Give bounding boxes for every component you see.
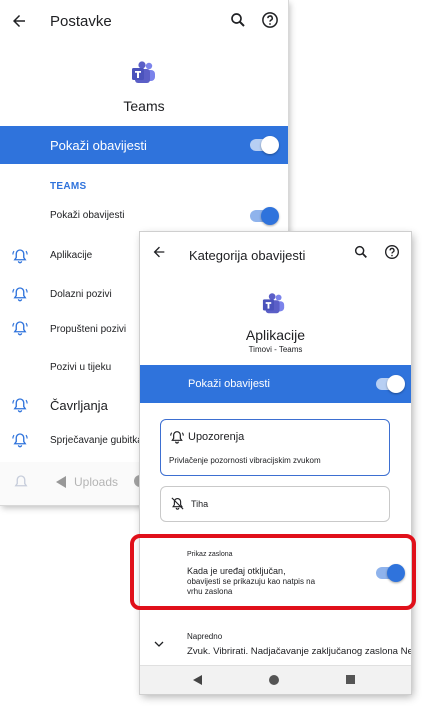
app-name: Teams	[123, 98, 165, 114]
list-item-label: Dolazni pozivi	[50, 289, 112, 300]
alerting-description: Privlačenje pozornosti vibracijskim zvuk…	[169, 456, 321, 465]
bell-ringing-icon	[12, 249, 28, 264]
list-item-label: Čavrljanja	[50, 398, 108, 413]
help-icon[interactable]	[261, 11, 279, 29]
master-notifications-row[interactable]: Pokaži obavijesti	[140, 365, 411, 403]
nav-recents-icon[interactable]	[345, 674, 356, 685]
bell-ringing-icon	[12, 287, 28, 302]
highlight-box	[130, 534, 416, 610]
nav-home-icon[interactable]	[268, 674, 280, 686]
bell-ringing-icon	[12, 433, 28, 448]
bottom-hint: Uploads	[74, 475, 119, 489]
bell-off-icon	[171, 497, 184, 510]
list-item[interactable]: Pokaži obavijesti	[0, 203, 288, 229]
nav-back-icon[interactable]	[55, 475, 67, 489]
app-subtitle: Timovi - Teams	[248, 345, 303, 354]
section-header: TEAMS	[50, 181, 87, 192]
alerting-option-card[interactable]: Upozorenja Privlačenje pozornosti vibrac…	[160, 419, 390, 476]
list-item-label: Propušteni pozivi	[50, 324, 127, 335]
back-arrow-icon[interactable]	[151, 244, 167, 260]
nav-back-icon[interactable]	[192, 674, 203, 686]
master-notifications-toggle[interactable]	[250, 136, 279, 154]
teams-logo-icon	[262, 293, 285, 314]
app-name: Aplikacije	[245, 327, 306, 343]
page-title: Kategorija obavijesti	[189, 248, 306, 263]
master-notifications-row[interactable]: Pokaži obavijesti	[0, 126, 288, 164]
search-icon[interactable]	[229, 11, 247, 29]
system-nav-bar	[140, 665, 411, 694]
alerting-label: Upozorenja	[188, 431, 245, 443]
teams-notifications-toggle[interactable]	[250, 207, 279, 225]
list-item-label: Pokaži obavijesti	[50, 210, 125, 221]
master-notifications-toggle[interactable]	[376, 375, 405, 393]
advanced-title: Napredno	[187, 632, 223, 641]
silent-label: Tiha	[191, 499, 209, 509]
page-title: Postavke	[50, 13, 112, 30]
advanced-row[interactable]: Napredno Zvuk. Vibrirati. Nadjačavanje z…	[140, 628, 411, 664]
silent-option-card[interactable]: Tiha	[160, 486, 390, 522]
advanced-summary: Zvuk. Vibrirati. Nadjačavanje zaključano…	[187, 646, 411, 657]
notification-category-screen: Kategorija obavijesti Aplikacije Timovi …	[140, 232, 411, 694]
bell-ringing-icon	[12, 321, 28, 336]
chevron-down-icon	[154, 641, 164, 647]
bell-ringing-icon	[170, 431, 184, 444]
teams-logo-icon	[132, 61, 155, 83]
bell-icon	[14, 475, 28, 487]
master-toggle-label: Pokaži obavijesti	[50, 138, 147, 153]
list-item-label: Aplikacije	[50, 250, 93, 261]
list-item-label: Pozivi u tijeku	[50, 362, 112, 373]
back-arrow-icon[interactable]	[10, 12, 28, 30]
master-toggle-label: Pokaži obavijesti	[188, 378, 270, 390]
bell-ringing-icon	[12, 398, 28, 413]
search-icon[interactable]	[353, 244, 369, 260]
help-icon[interactable]	[384, 244, 400, 260]
